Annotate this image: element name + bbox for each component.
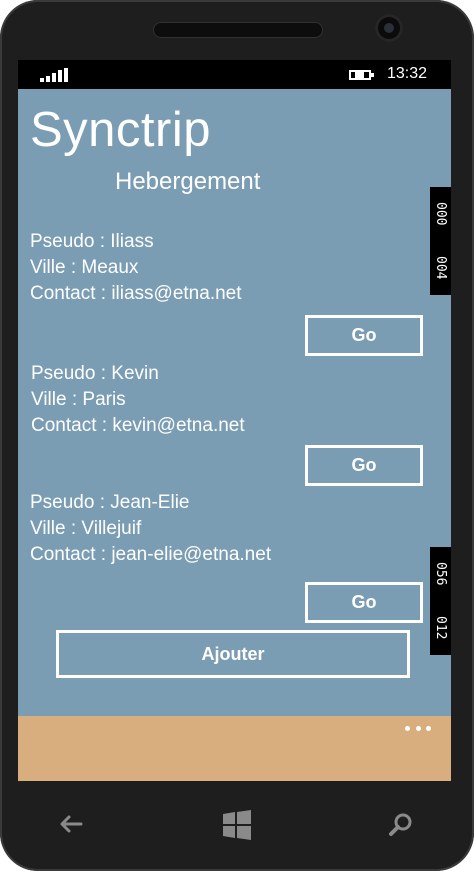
go-button[interactable]: Go [305,445,423,486]
add-button[interactable]: Ajouter [56,630,410,678]
ville-label: Ville : Meaux [30,257,139,278]
camera-icon [375,14,403,42]
app-title: Synctrip [30,103,212,157]
back-arrow-icon[interactable] [54,808,88,842]
contact-label: Contact : jean-elie@etna.net [30,544,272,565]
status-time: 13:32 [387,65,428,82]
speaker-grille [153,22,323,38]
go-button[interactable]: Go [305,582,423,623]
app-screen: 13:32 Synctrip Hebergement Pseudo : Ilia… [18,60,451,781]
counter-value: 000 [433,202,448,226]
app-bar[interactable] [18,716,451,781]
go-button[interactable]: Go [305,315,423,356]
pseudo-label: Pseudo : Kevin [31,363,159,384]
status-bar: 13:32 [18,60,451,89]
list-item: Pseudo : Iliass Ville : Meaux Contact : … [30,229,242,307]
search-icon[interactable] [384,808,418,842]
counter-value: 056 [433,562,448,586]
battery-charging-icon [349,68,377,82]
list-item: Pseudo : Jean-Elie Ville : Villejuif Con… [30,490,271,568]
page-subtitle: Hebergement [115,168,261,195]
list-item: Pseudo : Kevin Ville : Paris Contact : k… [31,361,245,439]
counter-value: 004 [433,256,448,280]
frame-rate-counter-bottom: 056 012 [430,547,451,655]
pseudo-label: Pseudo : Jean-Elie [30,492,190,513]
signal-strength-icon [40,68,70,82]
contact-label: Contact : iliass@etna.net [30,283,242,304]
phone-frame: 13:32 Synctrip Hebergement Pseudo : Ilia… [0,0,474,871]
pseudo-label: Pseudo : Iliass [30,231,154,252]
frame-rate-counter-top: 000 004 [430,187,451,295]
windows-start-icon[interactable] [220,808,254,842]
contact-label: Contact : kevin@etna.net [31,415,245,436]
more-ellipsis-icon[interactable] [405,726,431,732]
counter-value: 012 [433,616,448,640]
ville-label: Ville : Paris [31,389,126,410]
ville-label: Ville : Villejuif [30,518,142,539]
